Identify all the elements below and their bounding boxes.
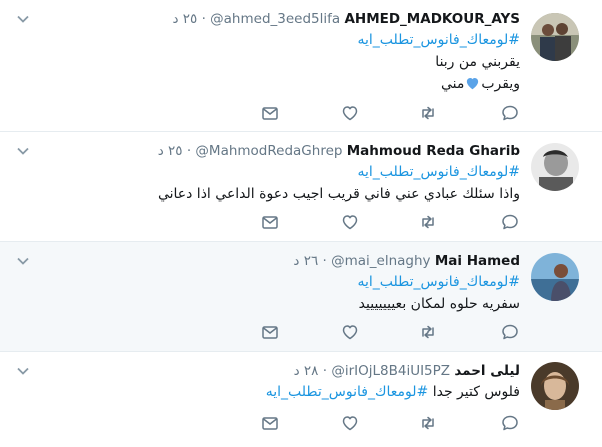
dot-separator: · [322,253,332,269]
user-handle[interactable]: @ahmed_3eed5lifa [210,11,340,27]
like-heart-icon[interactable] [340,413,360,433]
tweet-body: ٢٥ د · @ahmed_3eed5lifa AHMED_MADKOUR_AY… [10,10,520,94]
tweet-text: واذا سئلك عبادي عني فاني قريب اجيب دعوة … [157,186,520,202]
user-handle[interactable]: @irIOjL8B4iUI5PZ [331,363,450,379]
user-handle[interactable]: @mai_elnaghy [331,253,430,269]
tweet-header: ٢٦ د · @mai_elnaghy Mai Hamed [10,252,520,270]
user-handle[interactable]: @MahmodRedaGhrep [195,143,342,159]
hashtag-link[interactable]: #لومعاك_فانوس_تطلب_ايه [357,274,520,290]
avatar[interactable] [531,362,579,410]
tweet-text: يقربني من ربنا [435,54,520,70]
retweet-icon[interactable] [418,413,438,433]
message-envelope-icon[interactable] [260,212,280,232]
like-heart-icon[interactable] [340,322,360,342]
reply-icon[interactable] [500,322,520,342]
tweet[interactable]: ٢٥ د · @MahmodRedaGhrep Mahmoud Reda Gha… [0,132,602,242]
hashtag-link[interactable]: #لومعاك_فانوس_تطلب_ايه [266,384,429,400]
avatar[interactable] [531,13,579,61]
blue-heart-icon [467,78,479,90]
tweet-hashtag-line: #لومعاك_فانوس_تطلب_ايه [10,162,520,182]
tweet[interactable]: ٢٥ د · @ahmed_3eed5lifa AHMED_MADKOUR_AY… [0,0,602,132]
message-envelope-icon[interactable] [260,322,280,342]
message-envelope-icon[interactable] [260,103,280,123]
tweet-header: ٢٥ د · @MahmodRedaGhrep Mahmoud Reda Gha… [10,142,520,160]
timestamp[interactable]: ٢٦ د [293,253,318,269]
tweet-actions [0,322,602,342]
user-name[interactable]: Mahmoud Reda Gharib [347,143,520,159]
reply-icon[interactable] [500,103,520,123]
chevron-down-icon[interactable] [16,364,30,378]
tweet[interactable]: ٢٦ د · @mai_elnaghy Mai Hamed #لومعاك_فا… [0,242,602,352]
avatar[interactable] [531,253,579,301]
timeline: ٢٥ د · @ahmed_3eed5lifa AHMED_MADKOUR_AY… [0,0,602,447]
tweet-text: ويقرب مني [10,74,520,94]
timestamp[interactable]: ٢٨ د [294,363,319,379]
reply-icon[interactable] [500,413,520,433]
timestamp[interactable]: ٢٥ د [172,11,197,27]
tweet-body: ٢٥ د · @MahmodRedaGhrep Mahmoud Reda Gha… [10,142,520,204]
retweet-icon[interactable] [418,103,438,123]
hashtag-link[interactable]: #لومعاك_فانوس_تطلب_ايه [357,32,520,48]
user-name[interactable]: Mai Hamed [435,253,520,269]
tweet-hashtag-line: #لومعاك_فانوس_تطلب_ايه [10,30,520,50]
tweet-body: ٢٦ د · @mai_elnaghy Mai Hamed #لومعاك_فا… [10,252,520,314]
hashtag-link[interactable]: #لومعاك_فانوس_تطلب_ايه [357,164,520,180]
chevron-down-icon[interactable] [16,254,30,268]
tweet-hashtag-line: #لومعاك_فانوس_تطلب_ايه [10,272,520,292]
tweet-actions [0,103,602,123]
tweet-text: سفريه حلوه لمكان بعيييييييد [358,296,520,312]
tweet-text-part: فلوس كتير جدا [432,384,520,400]
tweet[interactable]: ٢٨ د · @irIOjL8B4iUI5PZ ليلى احمد فلوس ك… [0,352,602,447]
tweet-body: ٢٨ د · @irIOjL8B4iUI5PZ ليلى احمد فلوس ك… [10,362,520,402]
retweet-icon[interactable] [418,212,438,232]
avatar[interactable] [531,143,579,191]
timestamp[interactable]: ٢٥ د [158,143,183,159]
tweet-header: ٢٥ د · @ahmed_3eed5lifa AHMED_MADKOUR_AY… [10,10,520,28]
like-heart-icon[interactable] [340,103,360,123]
chevron-down-icon[interactable] [16,144,30,158]
retweet-icon[interactable] [418,322,438,342]
tweet-header: ٢٨ د · @irIOjL8B4iUI5PZ ليلى احمد [10,362,520,380]
tweet-actions [0,413,602,433]
reply-icon[interactable] [500,212,520,232]
tweet-text-part: ويقرب [481,76,520,92]
tweet-text-part: مني [440,76,465,92]
like-heart-icon[interactable] [340,212,360,232]
message-envelope-icon[interactable] [260,413,280,433]
user-name[interactable]: ليلى احمد [454,363,520,379]
dot-separator: · [201,11,211,27]
tweet-actions [0,212,602,232]
tweet-text: فلوس كتير جدا #لومعاك_فانوس_تطلب_ايه [10,382,520,402]
user-name[interactable]: AHMED_MADKOUR_AYS [344,11,520,27]
chevron-down-icon[interactable] [16,12,30,26]
